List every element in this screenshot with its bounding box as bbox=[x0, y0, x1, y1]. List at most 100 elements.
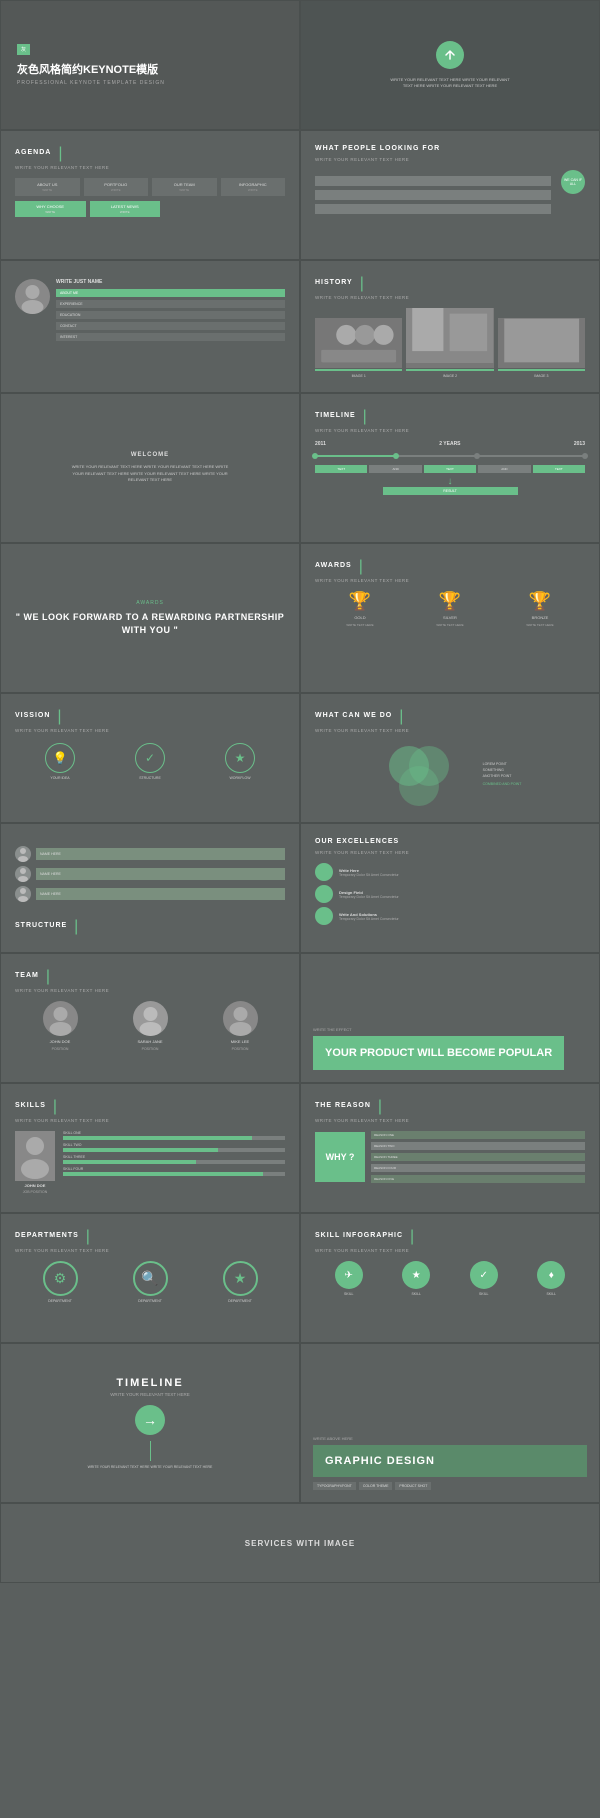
struct-avatar-2 bbox=[15, 866, 31, 882]
awards-title: AWARDS bbox=[315, 562, 352, 569]
reason-bar-2: REASON TWO bbox=[371, 1142, 585, 1150]
agenda-box-3: OUR TEAMWRITE bbox=[152, 178, 217, 196]
cover-right-text: WRITE YOUR RELEVANT TEXT HERE WRITE YOUR… bbox=[390, 77, 510, 89]
services-title: SERVICES WITH IMAGE bbox=[245, 1539, 355, 1548]
award-bronze: 🏆 BRONZE WRITE TEXT HERE bbox=[526, 591, 553, 627]
wc-title: WHAT CAN WE DO bbox=[315, 712, 392, 719]
agenda-accent: | bbox=[58, 145, 62, 163]
struct-row-3: NAME HERE bbox=[15, 886, 285, 902]
team-member-2: SARAH JANE POSITION bbox=[133, 1001, 168, 1051]
vision-label-3: WORKFLOW bbox=[230, 776, 251, 780]
awards-subtitle: WRITE YOUR RELEVANT TEXT HERE bbox=[315, 578, 585, 583]
vision-title: VISSION bbox=[15, 712, 50, 719]
agenda-title: AGENDA bbox=[15, 149, 51, 156]
dept-accent: | bbox=[86, 1228, 90, 1246]
wc-subtitle: WRITE YOUR RELEVANT TEXT HERE bbox=[315, 728, 585, 733]
tl-year-2: 2 YEARS bbox=[439, 441, 460, 447]
skill-bar-1: SKILL ONE bbox=[63, 1131, 285, 1140]
wpf-subtitle: WRITE YOUR RELEVANT TEXT HERE bbox=[315, 157, 585, 162]
timeline-cell: TIMELINE | WRITE YOUR RELEVANT TEXT HERE… bbox=[300, 393, 600, 543]
cover-title-en: PROFESSIONAL KEYNOTE TEMPLATE DESIGN bbox=[17, 80, 165, 86]
si-circle-1: ✈ bbox=[335, 1261, 363, 1289]
profile-row-exp: EXPERIENCE bbox=[56, 300, 285, 308]
team-role-1: POSITION bbox=[52, 1047, 69, 1051]
struct-avatar-1 bbox=[15, 846, 31, 862]
wc-label-3: ANOTHER POINT bbox=[483, 774, 522, 778]
dept-label-1: DEPARTMENT bbox=[48, 1299, 72, 1303]
si-accent: | bbox=[410, 1228, 414, 1246]
award-gold-desc: WRITE TEXT HERE bbox=[346, 623, 373, 627]
tl-label-5: TEXT bbox=[533, 465, 585, 473]
exc-title: OUR EXCELLENCES bbox=[315, 838, 399, 845]
exc-circle-1 bbox=[315, 863, 333, 881]
profile-row-interest: INTEREST bbox=[56, 333, 285, 341]
si-item-1: ✈ SKILL bbox=[335, 1261, 363, 1296]
exc-circle-2 bbox=[315, 885, 333, 903]
struct-bar-3: NAME HERE bbox=[36, 888, 285, 900]
tl-dot-2 bbox=[393, 453, 399, 459]
agenda-subtitle: WRITE YOUR RELEVANT TEXT HERE bbox=[15, 165, 285, 170]
reason-bar-4: REASON FOUR bbox=[371, 1164, 585, 1172]
reason-accent: | bbox=[378, 1098, 382, 1116]
si-item-2: ★ SKILL bbox=[402, 1261, 430, 1296]
skill-infographic-cell: SKILL INFOGRAPHIC | WRITE YOUR RELEVANT … bbox=[300, 1213, 600, 1343]
team-name-2: SARAH JANE bbox=[137, 1039, 162, 1044]
agenda-box-4: INFOGRAPHICWRITE bbox=[221, 178, 286, 196]
skills-name: JOHN DOE bbox=[25, 1183, 46, 1188]
what-people-cell: WHAT PEOPLE LOOKING FOR WRITE YOUR RELEV… bbox=[300, 130, 600, 260]
history-img-3 bbox=[498, 318, 585, 368]
profile-photo bbox=[15, 279, 50, 314]
graphic-design-cell: WRITE ABOVE HERE GRAPHIC DESIGN TYPOGRAP… bbox=[300, 1343, 600, 1503]
awards-cell: AWARDS | WRITE YOUR RELEVANT TEXT HERE 🏆… bbox=[300, 543, 600, 693]
tl-big-title: TIMELINE bbox=[116, 1377, 183, 1389]
vision-circle-2: ✓ bbox=[135, 743, 165, 773]
welcome-heading: WELCOME bbox=[131, 452, 169, 458]
skills-subtitle: WRITE YOUR RELEVANT TEXT HERE bbox=[15, 1118, 285, 1123]
tl-label-1: TEXT bbox=[315, 465, 367, 473]
profile-row-edu: EDUCATION bbox=[56, 311, 285, 319]
exc-item-3: Write And Solutions Temporary Dolor Sit … bbox=[315, 907, 585, 925]
struct-bar-2: NAME HERE bbox=[36, 868, 285, 880]
dept-item-1: ⚙ DEPARTMENT bbox=[43, 1261, 78, 1303]
reason-cell: THE REASON | WRITE YOUR RELEVANT TEXT HE… bbox=[300, 1083, 600, 1213]
product-small: WRITE THE EFFECT bbox=[313, 1027, 352, 1032]
team-role-3: POSITION bbox=[232, 1047, 249, 1051]
agenda-box-1: ABOUT USWRITE bbox=[15, 178, 80, 196]
timeline-standalone-cell: TIMELINE WRITE YOUR RELEVANT TEXT HERE →… bbox=[0, 1343, 300, 1503]
tl-year-3: 2013 bbox=[574, 441, 585, 447]
what-can-cell: WHAT CAN WE DO | WRITE YOUR RELEVANT TEX… bbox=[300, 693, 600, 823]
structure-cell: STRUCTURE | NAME HERE NAME HERE bbox=[0, 823, 300, 953]
profile-cell: WRITE JUST NAME ABOUT ME EXPERIENCE EDUC… bbox=[0, 260, 300, 393]
reason-bar-1: REASON ONE bbox=[371, 1131, 585, 1139]
history-accent: | bbox=[360, 275, 364, 293]
services-cell: SERVICES WITH IMAGE bbox=[0, 1503, 600, 1583]
vision-item-2: ✓ STRUCTURE bbox=[135, 743, 165, 780]
award-bronze-label: BRONZE bbox=[532, 615, 549, 620]
skills-accent: | bbox=[53, 1098, 57, 1116]
award-gold-label: GOLD bbox=[354, 615, 365, 620]
si-label-1: SKILL bbox=[344, 1292, 354, 1296]
profile-row-contact: CONTACT bbox=[56, 322, 285, 330]
si-title: SKILL INFOGRAPHIC bbox=[315, 1232, 403, 1239]
skill-label-1: SKILL ONE bbox=[63, 1131, 285, 1135]
si-item-3: ✓ SKILL bbox=[470, 1261, 498, 1296]
tl-arrow: ↓ bbox=[448, 476, 453, 487]
wpf-bar-2 bbox=[315, 190, 551, 200]
si-label-2: SKILL bbox=[411, 1292, 421, 1296]
wpf-row-1 bbox=[315, 176, 551, 186]
team-name-1: JOHN DOE bbox=[50, 1039, 71, 1044]
product-box: YOUR PRODUCT WILL BECOME POPULAR bbox=[313, 1036, 564, 1070]
history-img-1-label: IMAGE 1 bbox=[315, 374, 402, 378]
gd-title-box: GRAPHIC DESIGN bbox=[313, 1445, 587, 1477]
wpf-title: WHAT PEOPLE LOOKING FOR bbox=[315, 145, 440, 152]
wc-accent: | bbox=[399, 708, 403, 726]
reason-bar-5: REASON FIVE bbox=[371, 1175, 585, 1183]
gd-small: WRITE ABOVE HERE bbox=[313, 1436, 587, 1441]
agenda-box-2: PORTFOLIOWRITE bbox=[84, 178, 149, 196]
tl-label-3: TEXT bbox=[424, 465, 476, 473]
tl-dot-1 bbox=[312, 453, 318, 459]
dept-item-2: 🔍 DEPARTMENT bbox=[133, 1261, 168, 1303]
vision-label-2: STRUCTURE bbox=[139, 776, 161, 780]
tl-label-2: AND bbox=[369, 465, 421, 473]
exc-text-3: Temporary Dolor Sit Amet Consectetur bbox=[339, 917, 399, 921]
